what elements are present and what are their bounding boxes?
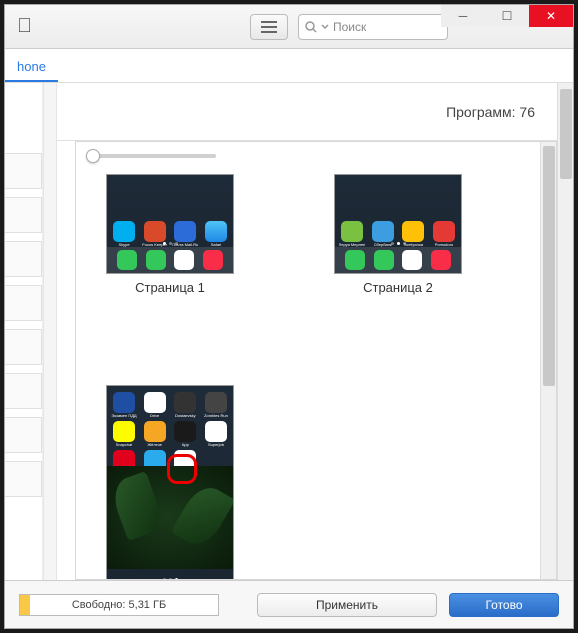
page-dots [107, 242, 233, 245]
sidebar-item[interactable] [5, 153, 42, 189]
page-dots [335, 242, 461, 245]
apps-count-label: Программ: [446, 104, 515, 120]
content-area: Программ: 76 Skype Focus Keepe [5, 83, 573, 580]
page-label: Страница 1 [135, 280, 205, 295]
list-icon [261, 21, 277, 33]
main-pane: Программ: 76 Skype Focus Keepe [57, 83, 557, 580]
dock-phone-icon [345, 250, 365, 270]
footer: Свободно: 5,31 ГБ Применить Готово [5, 580, 573, 628]
left-scrollbar[interactable] [43, 83, 57, 580]
dock-messages-icon [374, 250, 394, 270]
minimize-button[interactable]: ─ [441, 5, 485, 27]
sidebar-item[interactable] [5, 373, 42, 409]
app-window:  Поиск ─ ☐ ✕ hone [4, 4, 574, 629]
app-icon [205, 392, 227, 413]
pages-scrollbar[interactable] [540, 142, 556, 579]
scrollbar-thumb[interactable] [543, 146, 555, 386]
titlebar:  Поиск ─ ☐ ✕ [5, 5, 573, 49]
app-grid: Экзамен ПДД Drive Dostaevsky Zombies Run… [111, 392, 229, 476]
dock-music-icon [203, 250, 223, 270]
apps-count-value: 76 [519, 104, 535, 120]
app-icon [205, 221, 227, 242]
apple-logo-icon:  [17, 15, 32, 38]
search-input[interactable]: Поиск [298, 14, 448, 40]
page-card-1[interactable]: Skype Focus Keeper Почта Mail.Ru Safari [106, 174, 234, 295]
app-icon [372, 221, 394, 242]
phone-preview-3: Экзамен ПДД Drive Dostaevsky Zombies Run… [106, 385, 234, 580]
dock [335, 247, 461, 273]
dock-chrome-icon [402, 250, 422, 270]
zoom-thumb[interactable] [86, 149, 100, 163]
maximize-button[interactable]: ☐ [485, 5, 529, 27]
page-card-3[interactable]: Экзамен ПДД Drive Dostaevsky Zombies Run… [106, 385, 234, 580]
done-button[interactable]: Готово [449, 593, 559, 617]
sidebar-item[interactable] [5, 285, 42, 321]
app-icon [144, 421, 166, 442]
app-icon [174, 392, 196, 413]
page-label: Страница 2 [363, 280, 433, 295]
sidebar-item[interactable] [5, 329, 42, 365]
app-icon [113, 221, 135, 242]
app-icon [113, 392, 135, 413]
app-icon [144, 221, 166, 242]
apply-button[interactable]: Применить [257, 593, 437, 617]
dock-messages-icon [146, 250, 166, 270]
app-icon [433, 221, 455, 242]
phone-preview-1: Skype Focus Keeper Почта Mail.Ru Safari [106, 174, 234, 274]
close-button[interactable]: ✕ [529, 5, 573, 27]
dock-phone-icon [117, 250, 137, 270]
page-card-2[interactable]: Леруа Мерлен Сбербанк Пятёрочка Pomodoro [334, 174, 462, 295]
dock-chrome-icon [174, 250, 194, 270]
wallpaper [107, 466, 233, 569]
app-icon [341, 221, 363, 242]
tabbar: hone [5, 49, 573, 83]
chevron-down-icon [321, 23, 329, 31]
sidebar-item[interactable] [5, 417, 42, 453]
sidebar-item[interactable] [5, 197, 42, 233]
app-icon [402, 221, 424, 242]
window-controls: ─ ☐ ✕ [441, 5, 573, 27]
storage-text: Свободно: 5,31 ГБ [20, 599, 218, 611]
main-scrollbar[interactable] [557, 83, 573, 580]
app-icon [174, 221, 196, 242]
phone-preview-2: Леруа Мерлен Сбербанк Пятёрочка Pomodoro [334, 174, 462, 274]
scrollbar-thumb[interactable] [560, 89, 572, 179]
dock [107, 247, 233, 273]
pages-grid: Skype Focus Keeper Почта Mail.Ru Safari [76, 170, 556, 580]
storage-bar: Свободно: 5,31 ГБ [19, 594, 219, 616]
search-icon [305, 21, 317, 33]
app-icon [205, 421, 227, 442]
list-view-button[interactable] [250, 14, 288, 40]
sidebar-item[interactable] [5, 241, 42, 277]
search-placeholder: Поиск [333, 20, 366, 34]
sidebar-item[interactable] [5, 461, 42, 497]
app-icon [144, 392, 166, 413]
tab-device[interactable]: hone [5, 53, 58, 82]
pages-container: Skype Focus Keeper Почта Mail.Ru Safari [75, 141, 557, 580]
app-icon [113, 421, 135, 442]
app-icon [174, 421, 196, 442]
left-sidebar [5, 83, 43, 580]
zoom-row [76, 142, 556, 170]
dock-music-icon [431, 250, 451, 270]
zoom-slider[interactable] [86, 154, 216, 158]
apps-count-bar: Программ: 76 [57, 83, 557, 141]
